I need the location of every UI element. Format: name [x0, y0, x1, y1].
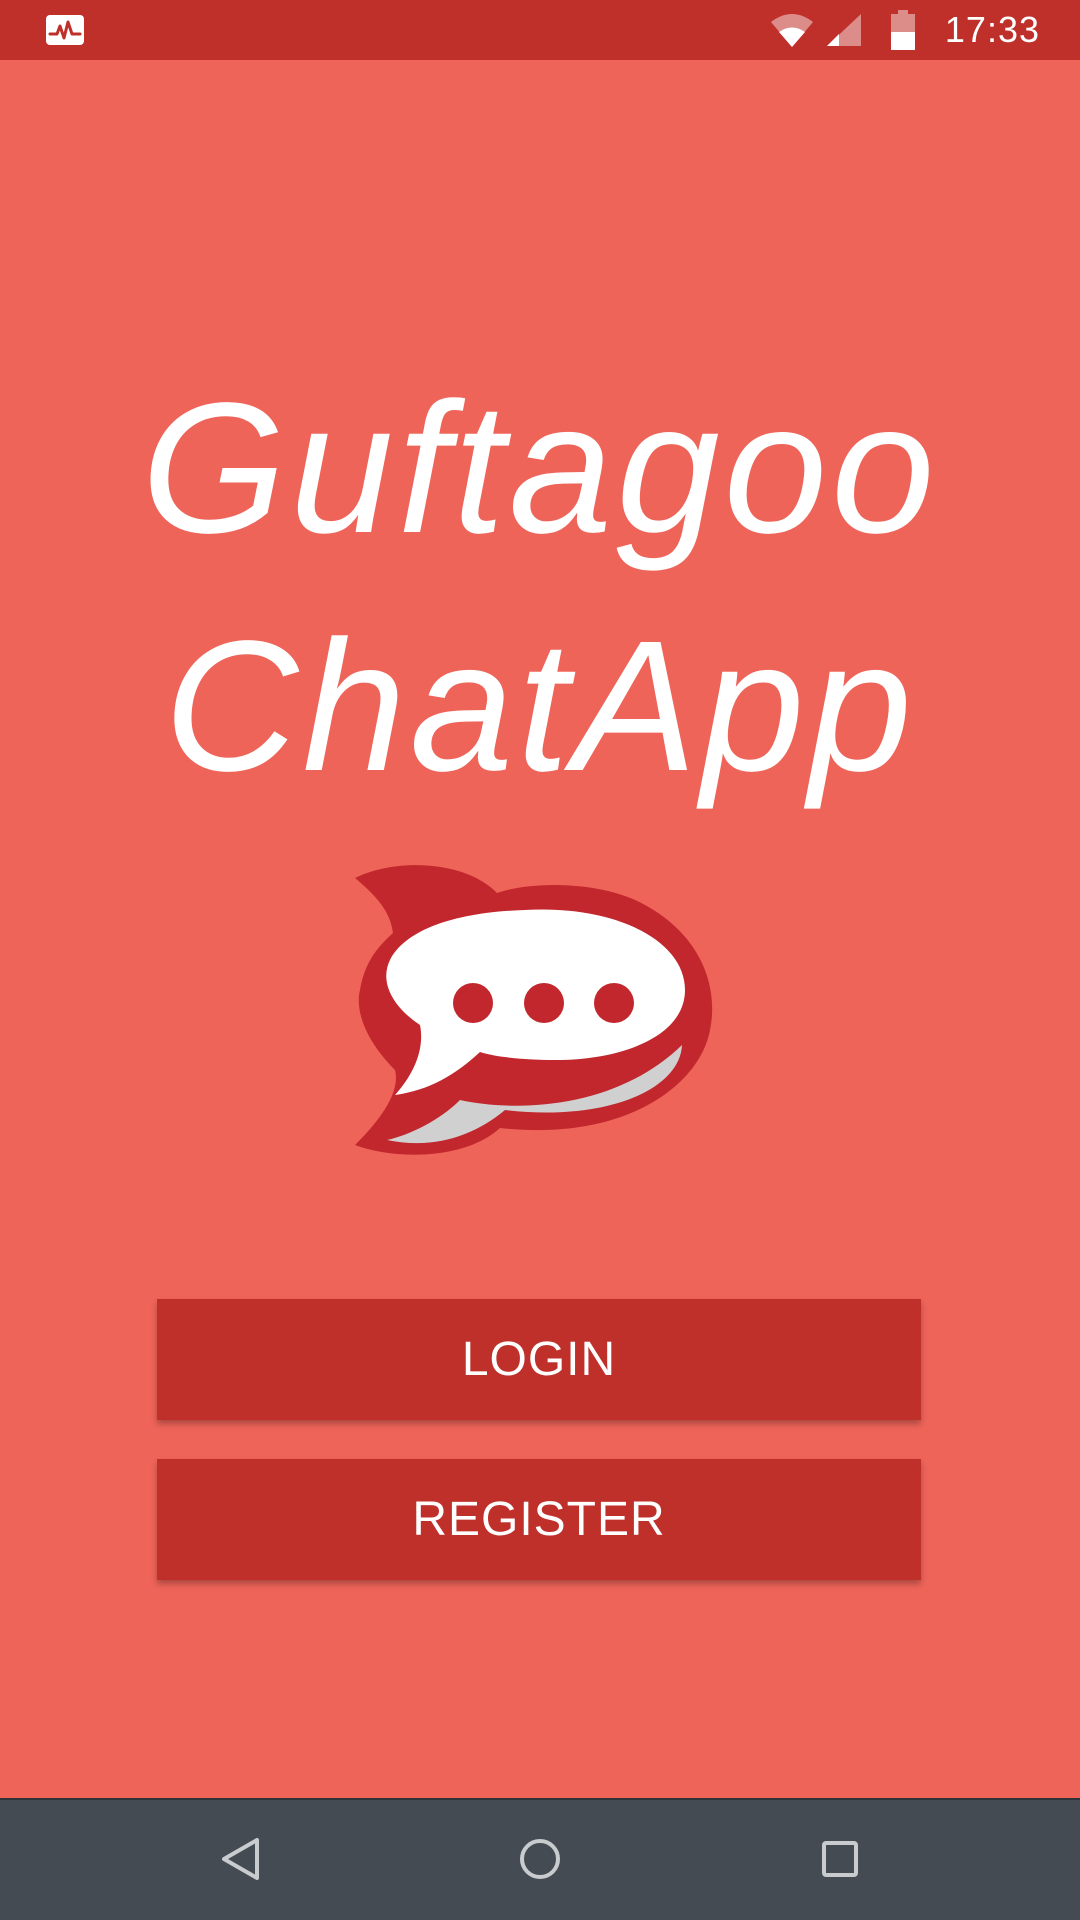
recents-button[interactable]	[805, 1824, 875, 1894]
status-bar: 17:33	[0, 0, 1080, 60]
back-triangle-icon	[222, 1838, 259, 1880]
register-button[interactable]: REGISTER	[157, 1459, 921, 1580]
cell-signal-icon	[826, 14, 861, 46]
app-title: Guftagoo ChatApp	[0, 350, 1080, 826]
chat-bubble-logo-icon	[355, 865, 713, 1155]
pulse-monitor-icon	[46, 15, 84, 45]
home-circle-icon	[520, 1839, 560, 1879]
back-button[interactable]	[206, 1824, 276, 1894]
wifi-icon	[770, 14, 813, 47]
app-title-line-2: ChatApp	[164, 603, 916, 810]
login-button[interactable]: LOGIN	[157, 1299, 921, 1420]
home-button[interactable]	[505, 1824, 575, 1894]
status-time: 17:33	[944, 9, 1040, 50]
navigation-bar	[0, 1798, 1080, 1920]
recents-square-icon	[822, 1841, 858, 1877]
battery-icon	[890, 10, 915, 50]
nav-bar-divider	[0, 1798, 1080, 1800]
app-title-line-1: Guftagoo	[141, 365, 939, 572]
